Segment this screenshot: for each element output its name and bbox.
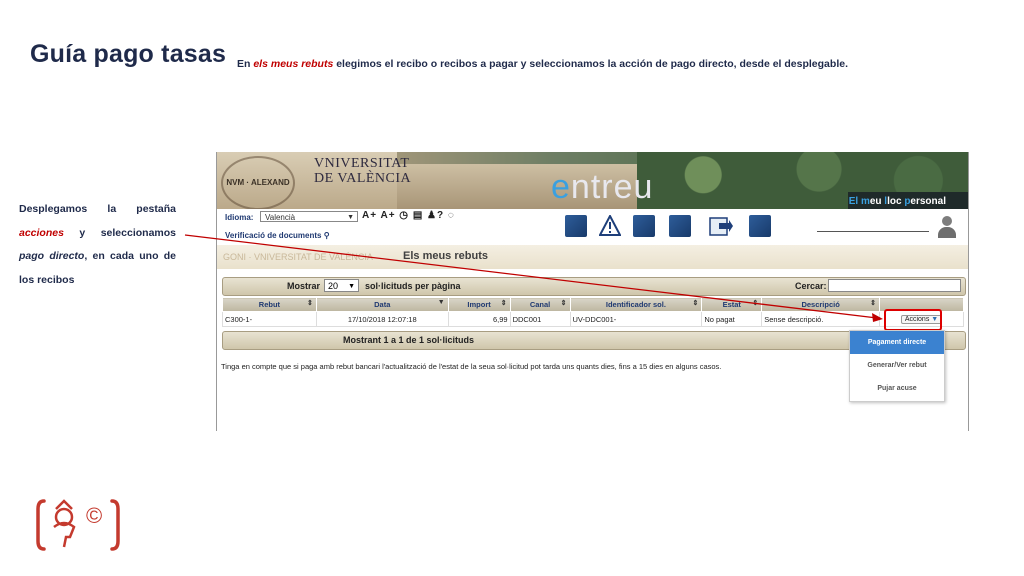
search-input[interactable] xyxy=(828,279,961,292)
table-header-row: Rebut ⇕ Data ▼ Import ⇕ Canal ⇕ Identificado… xyxy=(222,297,964,312)
language-select[interactable]: Valencià ▼ xyxy=(260,211,358,222)
search-icon: ⚲ xyxy=(323,231,330,240)
cell-identificador: UV-DDC001- xyxy=(569,311,703,327)
subtitle-post: elegimos el recibo o recibos a pagar y s… xyxy=(333,58,848,70)
page-size-value: 20 xyxy=(328,281,339,291)
user-icon[interactable] xyxy=(937,216,957,238)
col-header-identificador[interactable]: Identificador sol. ⇕ xyxy=(569,297,703,312)
cell-descripcio: Sense descripció. xyxy=(761,311,881,327)
sort-icon: ⇕ xyxy=(870,300,877,307)
col-header-label: Estat xyxy=(722,300,741,309)
user-body xyxy=(938,227,956,238)
subtitle-emphasis: els meus rebuts xyxy=(253,58,334,70)
logo-mark: © xyxy=(86,503,102,528)
actions-dropdown-menu: Pagament directe Generar/Ver rebut Pujar… xyxy=(849,330,945,402)
sort-desc-icon: ▼ xyxy=(437,299,445,306)
cell-data: 17/10/2018 12:07:18 xyxy=(315,311,449,327)
table-summary: Mostrant 1 a 1 de 1 sol·licituds xyxy=(343,335,475,345)
entreu-screenshot: NVM · ALEXAND VNIVERSITAT DE VALÈNCIA en… xyxy=(216,152,969,431)
search-label: Cercar: xyxy=(795,281,827,291)
cell-canal: DDC001 xyxy=(509,311,571,327)
col-header-label: Identificador sol. xyxy=(605,300,666,309)
menu-item-pujar-acuse[interactable]: Pujar acuse xyxy=(850,377,944,400)
receipts-table: Rebut ⇕ Data ▼ Import ⇕ Canal ⇕ Identificado… xyxy=(222,297,964,327)
actions-highlight xyxy=(884,309,942,331)
entreu-e: e xyxy=(551,168,571,206)
payment-note: Tinga en compte que si paga amb rebut ba… xyxy=(221,362,722,371)
personal-t4: ersonal xyxy=(910,196,946,207)
chevron-down-icon: ▼ xyxy=(348,283,355,290)
side-text-2: y seleccionamos xyxy=(63,226,176,239)
personal-t2: eu xyxy=(869,196,885,207)
subtitle-pre: En xyxy=(237,58,254,70)
col-header-data[interactable]: Data ▼ xyxy=(315,297,449,312)
col-header-label: Rebut xyxy=(258,300,281,309)
settings-folder-icon[interactable] xyxy=(633,215,655,237)
slide-subtitle: En els meus rebuts elegimos el recibo o … xyxy=(237,58,848,70)
per-page-label: sol·licituds per pàgina xyxy=(365,281,461,291)
brand-logo: © xyxy=(36,499,120,551)
col-header-import[interactable]: Import ⇕ xyxy=(447,297,511,312)
uv-logo-line2: DE VALÈNCIA xyxy=(314,171,412,186)
cell-estat: No pagat xyxy=(701,311,763,327)
table-controls: Mostrar 20 ▼ sol·licituds per pàgina Cerc… xyxy=(222,277,966,296)
col-header-estat[interactable]: Estat ⇕ xyxy=(701,297,763,312)
entreu-rest: ntreu xyxy=(570,168,654,206)
sort-icon: ⇕ xyxy=(560,300,567,307)
side-instructions: Desplegamos la pestaña acciones y selecc… xyxy=(19,198,176,292)
entreu-toolbar: Idioma: Valencià ▼ A+ A+ ◷ ▤ ♟? ◌ Verific… xyxy=(217,209,968,245)
personal-t3: loc xyxy=(887,196,905,207)
col-header-canal[interactable]: Canal ⇕ xyxy=(509,297,571,312)
export-icon[interactable] xyxy=(709,215,733,237)
col-header-label: Canal xyxy=(529,300,551,309)
sort-icon: ⇕ xyxy=(500,300,507,307)
accessibility-tools[interactable]: A+ A+ ◷ ▤ ♟? ◌ xyxy=(362,210,455,221)
col-header-label: Data xyxy=(374,300,391,309)
uv-logo[interactable]: VNIVERSITAT DE VALÈNCIA xyxy=(314,156,411,186)
documents-folder-icon[interactable] xyxy=(669,215,691,237)
language-label: Idioma: xyxy=(225,213,254,222)
folder-icon[interactable] xyxy=(565,215,587,237)
entreu-logo: entreu xyxy=(551,168,653,207)
page-size-select[interactable]: 20 ▼ xyxy=(324,279,359,292)
side-text-pago-directo: pago directo xyxy=(19,250,85,262)
warning-icon[interactable] xyxy=(598,213,622,237)
cell-rebut: C300-1- xyxy=(222,311,317,327)
cell-import: 6,99 xyxy=(447,311,511,327)
slide-title: Guía pago tasas xyxy=(30,40,227,68)
sort-icon: ⇕ xyxy=(306,300,313,307)
user-head xyxy=(942,216,952,226)
user-field xyxy=(817,231,929,232)
sort-icon: ⇕ xyxy=(752,300,759,307)
section-header: GONI · VNIVERSITAT DE VALÈNCIA Els meus … xyxy=(217,245,968,269)
col-header-descripcio[interactable]: Descripció ⇕ xyxy=(761,297,881,312)
sort-icon: ⇕ xyxy=(692,300,699,307)
table-row[interactable]: C300-1- 17/10/2018 12:07:18 6,99 DDC001 … xyxy=(222,311,964,327)
side-text-acciones: acciones xyxy=(19,226,64,239)
side-text-1: Desplegamos la pestaña xyxy=(19,203,176,215)
language-value: Valencià xyxy=(265,213,296,222)
personal-hl1: El xyxy=(848,196,859,207)
personal-space-link[interactable]: El meu lloc personal xyxy=(849,196,946,207)
menu-item-pagament-directe[interactable]: Pagament directe xyxy=(850,331,944,354)
verification-label: Verificació de documents xyxy=(225,231,322,240)
col-header-rebut[interactable]: Rebut ⇕ xyxy=(222,297,317,312)
chevron-down-icon: ▼ xyxy=(347,214,354,221)
uv-logo-line1: VNIVERSITAT xyxy=(314,156,410,171)
section-seal: GONI · VNIVERSITAT DE VALÈNCIA xyxy=(223,252,373,262)
section-title: Els meus rebuts xyxy=(403,250,488,262)
col-header-label: Import xyxy=(467,300,491,309)
personal-hl2: m xyxy=(860,196,870,207)
home-folder-icon[interactable] xyxy=(749,215,771,237)
document-verification-link[interactable]: Verificació de documents ⚲ xyxy=(225,231,330,240)
col-header-label: Descripció xyxy=(801,300,840,309)
university-seal: NVM · ALEXAND xyxy=(221,156,295,209)
show-label: Mostrar xyxy=(287,281,321,291)
entreu-banner: NVM · ALEXAND VNIVERSITAT DE VALÈNCIA en… xyxy=(217,152,968,209)
menu-item-generar-rebut[interactable]: Generar/Ver rebut xyxy=(850,354,944,377)
